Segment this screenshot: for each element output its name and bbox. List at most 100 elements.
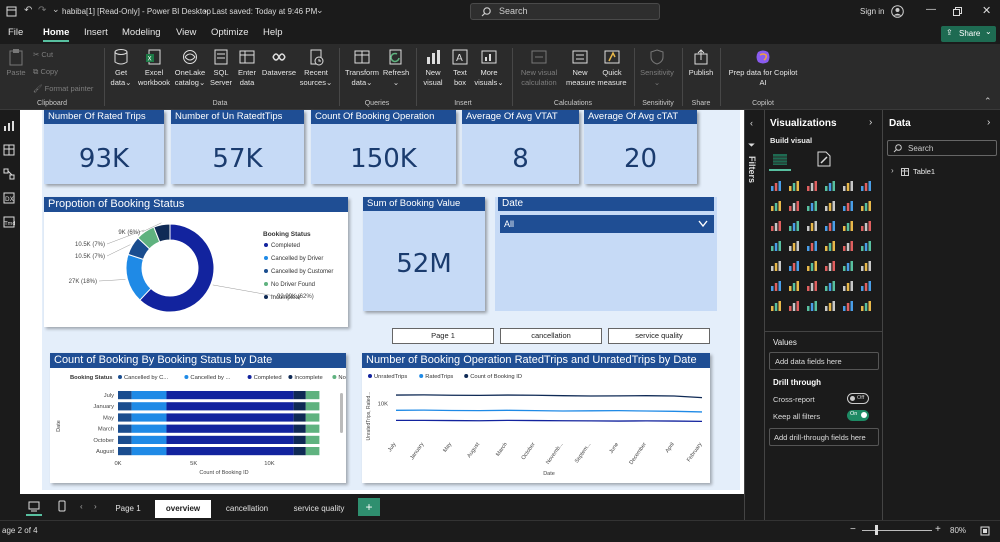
visual-type-icon[interactable]: [806, 300, 818, 312]
kpi-card-rated-trips[interactable]: Number Of Rated Trips 93K: [44, 110, 164, 184]
visual-type-icon[interactable]: [788, 300, 800, 312]
collapse-ribbon-icon[interactable]: ⌃: [984, 96, 992, 107]
donut-visual[interactable]: Propotion of Booking Status 92.99K (62%)…: [44, 197, 348, 327]
dax-query-view-icon[interactable]: DX: [3, 192, 15, 204]
tab-service-quality[interactable]: service quality: [283, 500, 355, 518]
visual-type-icon[interactable]: [770, 220, 782, 232]
stacked-bar-visual[interactable]: Count of Booking By Booking Status by Da…: [50, 353, 346, 483]
model-view-icon[interactable]: [3, 168, 15, 180]
get-data-button[interactable]: Get data⌄: [108, 48, 134, 88]
enter-data-button[interactable]: Enter data: [236, 48, 258, 88]
menu-file[interactable]: File: [8, 27, 23, 38]
kpi-card-avg-vtat[interactable]: Average Of Avg VTAT 8: [462, 110, 579, 184]
visual-type-icon[interactable]: [788, 240, 800, 252]
menu-modeling[interactable]: Modeling: [122, 27, 161, 38]
sum-booking-value-card[interactable]: Sum of Booking Value 52M: [363, 197, 485, 311]
sign-in-link[interactable]: Sign in: [860, 7, 884, 16]
nav-button-service-quality[interactable]: service quality: [608, 328, 710, 344]
sql-server-button[interactable]: SQL Server: [208, 48, 234, 88]
zoom-slider-thumb[interactable]: [875, 525, 878, 535]
visual-type-icon[interactable]: [842, 300, 854, 312]
visual-type-icon[interactable]: [806, 240, 818, 252]
excel-workbook-button[interactable]: X Excel workbook: [136, 48, 172, 88]
visual-type-icon[interactable]: [842, 200, 854, 212]
visual-type-icon[interactable]: [770, 200, 782, 212]
dataverse-button[interactable]: Dataverse: [260, 48, 298, 78]
visual-type-icon[interactable]: [770, 280, 782, 292]
visual-type-icon[interactable]: [824, 300, 836, 312]
visual-type-icon[interactable]: [770, 180, 782, 192]
visual-type-icon[interactable]: [860, 280, 872, 292]
visual-type-icon[interactable]: [842, 220, 854, 232]
visual-type-icon[interactable]: [860, 240, 872, 252]
tab-cancellation[interactable]: cancellation: [215, 500, 279, 518]
date-slicer[interactable]: Date All: [495, 197, 717, 311]
next-page-icon[interactable]: ›: [94, 502, 97, 511]
table-view-icon[interactable]: [3, 144, 15, 156]
visual-type-icon[interactable]: [806, 220, 818, 232]
close-icon[interactable]: ✕: [982, 4, 991, 17]
visual-type-icon[interactable]: [842, 180, 854, 192]
cross-report-toggle[interactable]: Off: [847, 393, 869, 404]
visual-type-icon[interactable]: [770, 240, 782, 252]
publish-button[interactable]: Publish: [686, 48, 716, 78]
visual-type-icon[interactable]: [824, 200, 836, 212]
new-visual-button[interactable]: New visual: [420, 48, 446, 88]
kpi-card-avg-ctat[interactable]: Average Of Avg cTAT 20: [584, 110, 697, 184]
desktop-layout-icon[interactable]: [28, 501, 40, 512]
visual-type-icon[interactable]: [806, 260, 818, 272]
filters-pane-collapsed[interactable]: ‹ ⏷ Filters: [744, 110, 764, 520]
undo-icon[interactable]: ↶: [24, 5, 32, 16]
restore-icon[interactable]: [953, 7, 962, 16]
keep-filters-toggle[interactable]: On: [847, 410, 869, 421]
slicer-dropdown[interactable]: All: [500, 215, 714, 233]
format-visual-tab-icon[interactable]: [815, 150, 833, 168]
menu-insert[interactable]: Insert: [84, 27, 108, 38]
values-drop-well[interactable]: Add data fields here: [769, 352, 879, 370]
menu-home[interactable]: Home: [43, 27, 70, 42]
minimize-icon[interactable]: —: [926, 4, 936, 15]
visual-type-icon[interactable]: [788, 260, 800, 272]
visual-type-icon[interactable]: [824, 220, 836, 232]
kpi-card-unrated-trips[interactable]: Number of Un RatedtTips 57K: [171, 110, 304, 184]
save-status-chevron-icon[interactable]: ⌄: [316, 5, 324, 16]
visual-type-icon[interactable]: [842, 240, 854, 252]
line-chart-visual[interactable]: Number of Booking Operation RatedTrips a…: [362, 353, 710, 483]
visual-type-icon[interactable]: [788, 220, 800, 232]
visual-type-icon[interactable]: [806, 280, 818, 292]
nav-button-cancellation[interactable]: cancellation: [500, 328, 602, 344]
build-visual-tab-icon[interactable]: [771, 150, 789, 168]
visual-type-icon[interactable]: [860, 260, 872, 272]
visual-type-icon[interactable]: [860, 300, 872, 312]
collapse-viz-pane-icon[interactable]: ›: [869, 117, 872, 128]
refresh-button[interactable]: Refresh ⌄: [381, 48, 411, 88]
quick-measure-button[interactable]: Quick measure: [596, 48, 628, 88]
app-menu-icon[interactable]: [6, 6, 17, 17]
previous-page-icon[interactable]: ‹: [80, 502, 83, 511]
recent-sources-button[interactable]: Recent sources⌄: [298, 48, 334, 88]
menu-optimize[interactable]: Optimize: [211, 27, 248, 38]
visual-type-icon[interactable]: [824, 240, 836, 252]
visual-type-icon[interactable]: [788, 200, 800, 212]
visual-type-icon[interactable]: [788, 280, 800, 292]
prep-data-copilot-button[interactable]: Prep data for Copilot AI: [724, 48, 802, 88]
visual-type-icon[interactable]: [842, 260, 854, 272]
visual-type-icon[interactable]: [824, 180, 836, 192]
tab-page-1[interactable]: Page 1: [106, 500, 150, 518]
expand-filters-icon[interactable]: ‹: [750, 118, 753, 128]
global-search-box[interactable]: Search: [470, 3, 660, 20]
drill-through-drop-well[interactable]: Add drill-through fields here: [769, 428, 879, 446]
zoom-out-icon[interactable]: −: [850, 524, 856, 535]
customize-toolbar-icon[interactable]: ⌄: [52, 4, 60, 15]
visual-type-icon[interactable]: [806, 200, 818, 212]
kpi-card-booking-operation[interactable]: Count Of Booking Operation 150K: [311, 110, 456, 184]
visual-type-icon[interactable]: [788, 180, 800, 192]
more-visuals-button[interactable]: More visuals⌄: [472, 48, 506, 88]
tmdl-view-icon[interactable]: Tmdl: [3, 216, 15, 228]
nav-button-page-1[interactable]: Page 1: [392, 328, 494, 344]
visual-type-icon[interactable]: [824, 260, 836, 272]
onelake-catalog-button[interactable]: OneLake catalog⌄: [172, 48, 208, 88]
text-box-button[interactable]: A Text box: [448, 48, 472, 88]
visual-type-icon[interactable]: [860, 220, 872, 232]
add-page-button[interactable]: +: [358, 498, 380, 516]
